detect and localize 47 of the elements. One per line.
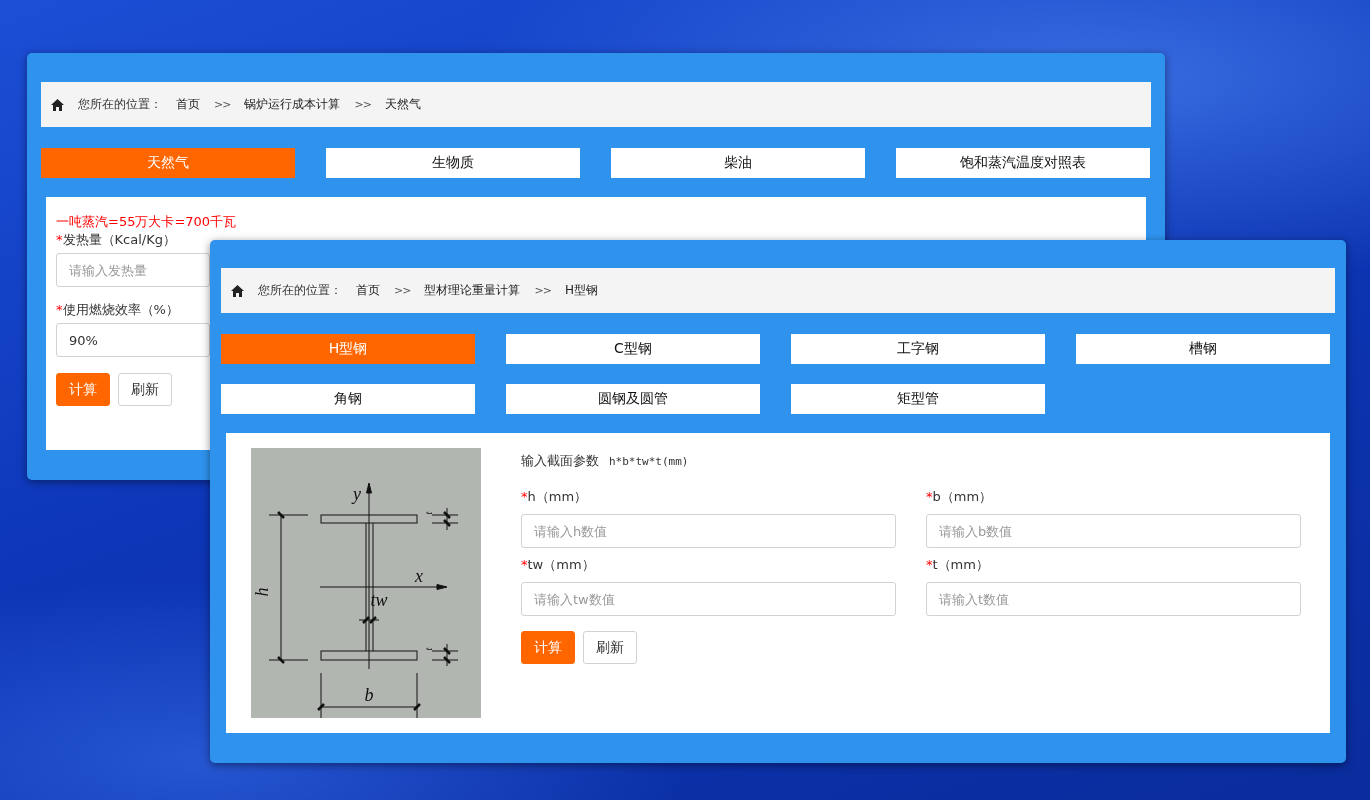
location-label: 您所在的位置：	[78, 96, 162, 113]
diagram-label: tw	[370, 590, 388, 610]
input-field[interactable]: 请输入t数值	[926, 582, 1301, 616]
refresh-button[interactable]: 刷新	[583, 631, 637, 664]
category-tab[interactable]: 角钢	[221, 384, 475, 414]
diagram-label: y	[353, 484, 361, 504]
home-icon	[231, 284, 244, 297]
input-field[interactable]: 请输入b数值	[926, 514, 1301, 548]
category-tab[interactable]: 矩型管	[791, 384, 1045, 414]
diagram-label: t	[423, 511, 434, 515]
field-label: *使用燃烧效率（%）	[56, 301, 180, 319]
breadcrumb-link[interactable]: 锅炉运行成本计算	[244, 96, 341, 113]
category-tab[interactable]: 饱和蒸汽温度对照表	[896, 148, 1150, 178]
input-field[interactable]: 请输入发热量	[56, 253, 210, 287]
breadcrumb-separator: >>	[214, 98, 231, 111]
input-field[interactable]: 请输入h数值	[521, 514, 896, 548]
conversion-note: 一吨蒸汽=55万大卡=700千瓦	[56, 213, 238, 231]
input-field[interactable]: 90%	[56, 323, 210, 357]
location-label: 您所在的位置：	[258, 282, 342, 299]
field-label: *b（mm）	[926, 488, 994, 506]
category-tab[interactable]: 柴油	[611, 148, 865, 178]
field-label: *tw（mm）	[521, 556, 596, 574]
diagram-label: x	[415, 566, 423, 586]
diagram-label: t	[423, 647, 434, 651]
diagram-label: b	[364, 685, 374, 705]
category-tab[interactable]: 工字钢	[791, 334, 1045, 364]
breadcrumb-link[interactable]: H型钢	[564, 282, 598, 299]
breadcrumb-separator: >>	[354, 98, 371, 111]
breadcrumb-link[interactable]: 首页	[356, 282, 380, 299]
category-tab[interactable]: C型钢	[506, 334, 760, 364]
field-label: *h（mm）	[521, 488, 589, 506]
field-label: *t（mm）	[926, 556, 990, 574]
diagram-label: h	[252, 587, 272, 597]
home-icon	[51, 98, 64, 111]
breadcrumb-link[interactable]: 型材理论重量计算	[424, 282, 521, 299]
parameter-hint: h*b*tw*t(mm)	[609, 454, 689, 468]
refresh-button[interactable]: 刷新	[118, 373, 172, 406]
breadcrumb-separator: >>	[534, 284, 551, 297]
category-tab[interactable]: 槽钢	[1076, 334, 1330, 364]
breadcrumb-link[interactable]: 首页	[176, 96, 200, 113]
breadcrumb-link[interactable]: 天然气	[384, 96, 421, 113]
field-label: *发热量（Kcal/Kg）	[56, 231, 177, 249]
breadcrumb-separator: >>	[394, 284, 411, 297]
category-tab[interactable]: 生物质	[326, 148, 580, 178]
category-tab[interactable]: 圆钢及圆管	[506, 384, 760, 414]
section-title: 输入截面参数	[521, 452, 599, 470]
input-field[interactable]: 请输入tw数值	[521, 582, 896, 616]
